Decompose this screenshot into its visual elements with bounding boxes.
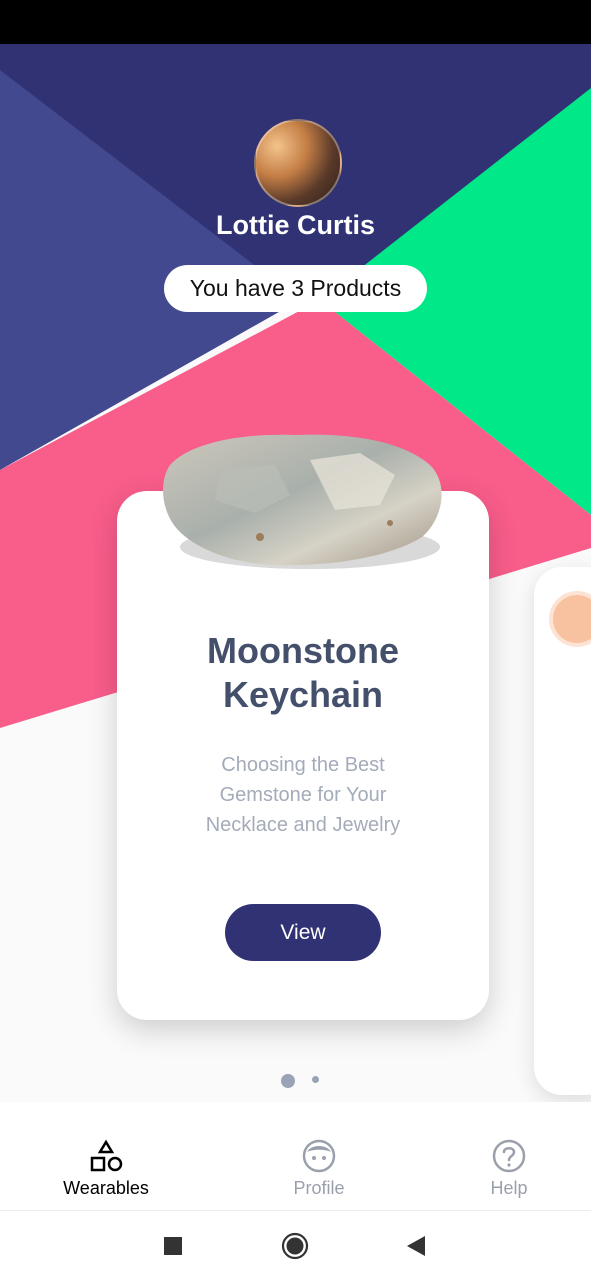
product-description-line: Necklace and Jewelry [205,814,401,836]
product-title-line: Keychain [222,674,384,715]
avatar[interactable] [254,119,342,207]
video-camera-icon [553,595,591,643]
home-icon[interactable] [281,1232,309,1260]
nav-label: Profile [293,1178,345,1198]
nav-item-wearables[interactable]: Wearables [31,1102,181,1210]
nav-item-profile[interactable]: Profile [244,1102,394,1210]
nav-label: Help [490,1178,528,1198]
bottom-navigation: Wearables Profile Help [0,1102,591,1210]
product-description: Choosing the Best Gemstone for Your Neck… [177,750,429,840]
user-name: Lottie Curtis [216,210,375,240]
products-count-pill: You have 3 Products [164,265,427,312]
page-indicator[interactable] [312,1076,319,1083]
nav-item-help[interactable]: Help [434,1102,584,1210]
moonstone-image [163,434,442,569]
page-indicator-active[interactable] [281,1074,295,1088]
product-title: Moonstone Keychain [117,629,489,717]
face-icon [302,1139,336,1173]
shapes-icon [90,1139,123,1172]
system-navigation-bar [0,1210,591,1281]
product-description-line: Choosing the Best [221,754,385,776]
help-circle-icon [492,1139,526,1173]
next-product-card[interactable] [534,567,591,1095]
product-title-line: Moonstone [207,630,399,671]
back-icon[interactable] [405,1235,427,1257]
recent-apps-icon[interactable] [163,1236,183,1256]
view-button[interactable]: View [225,904,381,961]
status-bar [0,0,591,44]
product-description-line: Gemstone for Your [219,784,387,806]
nav-label: Wearables [63,1178,149,1198]
